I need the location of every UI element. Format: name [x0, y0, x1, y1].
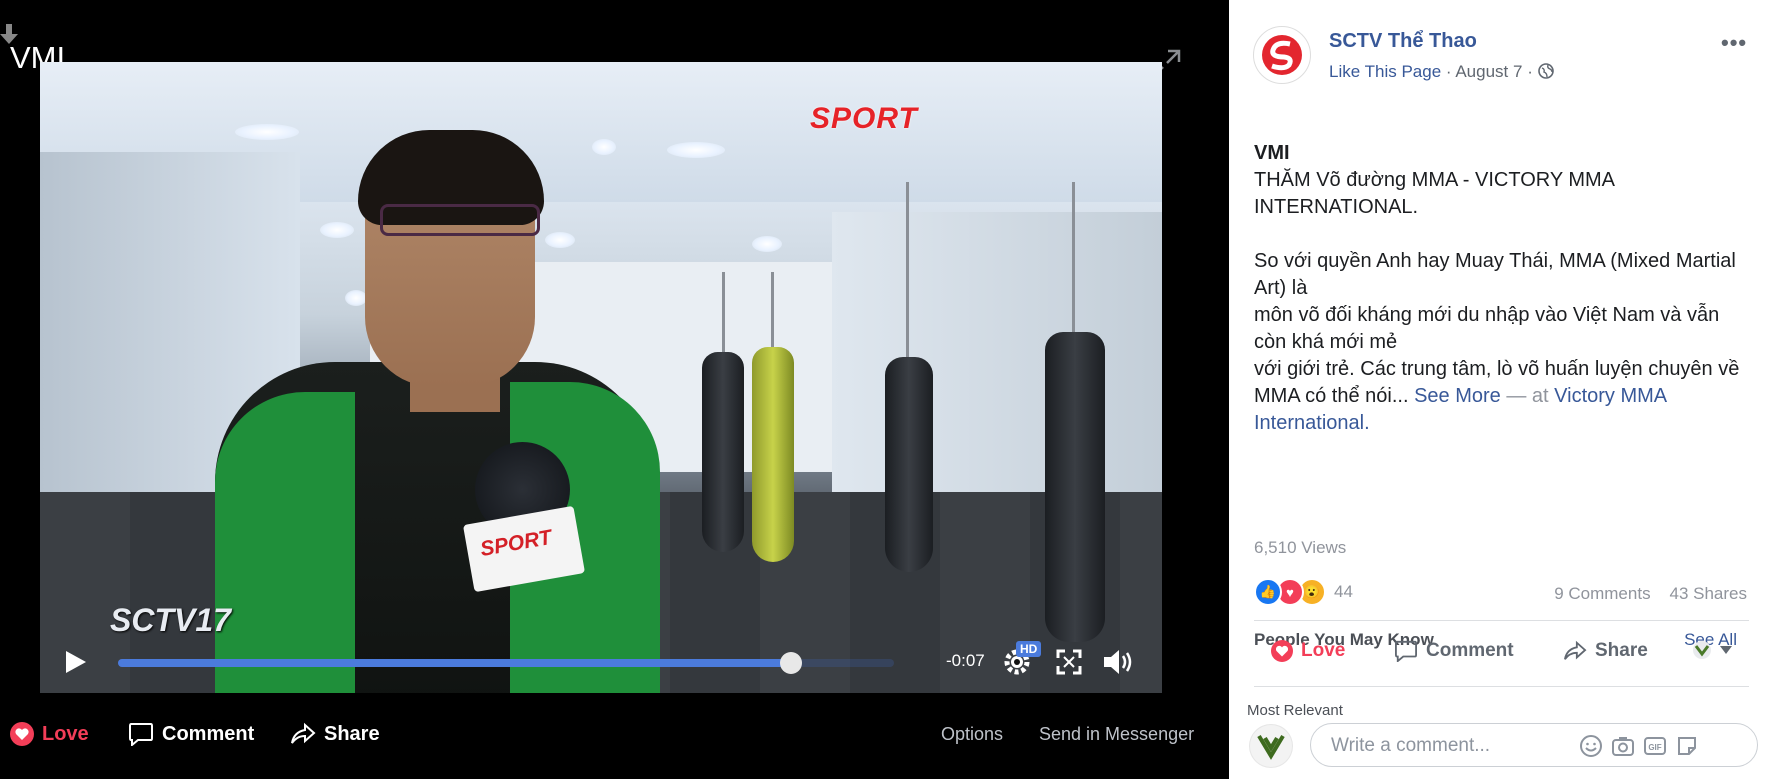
bag-chain: [771, 272, 774, 352]
volume-icon[interactable]: [1102, 647, 1134, 677]
most-relevant-label[interactable]: Most Relevant: [1247, 702, 1343, 719]
svg-text:GIF: GIF: [1648, 743, 1661, 752]
punching-bag: [702, 352, 744, 552]
punching-bag: [885, 357, 933, 572]
separator: ·: [1445, 62, 1456, 81]
love-label: Love: [42, 722, 89, 745]
post-paragraph-last: với giới trẻ. Các trung tâm, lò võ huấn …: [1254, 356, 1749, 437]
post-panel: SCTV Thể Thao Like This Page · August 7 …: [1229, 0, 1769, 779]
post-title: VMI: [1254, 142, 1290, 164]
post-as-selector[interactable]: [1692, 640, 1732, 660]
ceiling-lamp: [235, 124, 299, 140]
ceiling-lamp: [592, 139, 616, 155]
current-user-avatar: [1249, 724, 1293, 768]
sticker-icon[interactable]: [1675, 734, 1699, 758]
bag-chain: [906, 182, 909, 362]
video-viewer: VMI SPORT SPORT SCTV17 -0:07 HD Love Com…: [0, 0, 1229, 779]
shares-count[interactable]: 43 Shares: [1670, 584, 1748, 603]
post-comment-button[interactable]: Comment: [1394, 640, 1514, 662]
love-icon: [10, 722, 34, 746]
user-avatar-icon: [1693, 641, 1711, 659]
sctv-logo-icon: [1262, 35, 1302, 75]
engagement-counts: 9 Comments 43 Shares: [1554, 584, 1747, 604]
bag-chain: [1072, 182, 1075, 342]
ceiling-lamp: [345, 290, 367, 306]
comment-button[interactable]: Comment: [128, 722, 254, 746]
post-date[interactable]: August 7: [1455, 62, 1522, 81]
glasses: [380, 204, 540, 236]
post-text: VMI THĂM Võ đường MMA - VICTORY MMA INTE…: [1254, 140, 1749, 437]
love-label: Love: [1301, 640, 1346, 661]
video-controls: -0:07 HD: [40, 637, 1162, 693]
share-icon: [291, 722, 316, 744]
comment-composer[interactable]: GIF: [1310, 723, 1758, 767]
divider: [1254, 620, 1749, 621]
ceiling-lamp: [752, 236, 782, 252]
hd-badge: HD: [1016, 641, 1042, 657]
like-reaction-icon: 👍: [1254, 578, 1282, 606]
love-button[interactable]: Love: [10, 722, 89, 746]
reactions-summary[interactable]: 👍 ♥ 😮 44: [1254, 578, 1353, 606]
progress-fill: [118, 659, 792, 667]
video-frame[interactable]: SPORT SPORT SCTV17: [40, 62, 1162, 693]
at-text: — at: [1506, 385, 1549, 407]
see-more-link[interactable]: See More: [1414, 385, 1501, 407]
viewer-action-bar: Love Comment Share Options Send in Messe…: [0, 706, 1229, 762]
post-line: THĂM Võ đường MMA - VICTORY MMA INTERNAT…: [1254, 169, 1614, 218]
share-label: Share: [1595, 640, 1648, 661]
options-link[interactable]: Options: [941, 724, 1003, 745]
page-avatar[interactable]: [1253, 26, 1311, 84]
emoji-icon[interactable]: [1579, 734, 1603, 758]
post-share-button[interactable]: Share: [1563, 640, 1648, 662]
fullscreen-icon[interactable]: [1056, 649, 1082, 675]
user-avatar-icon: [1250, 725, 1292, 767]
bag-chain: [722, 272, 725, 362]
comment-icon: [1395, 640, 1417, 662]
chevron-down-icon: [1720, 646, 1732, 654]
gif-icon[interactable]: GIF: [1643, 734, 1667, 758]
share-button[interactable]: Share: [290, 722, 380, 746]
punching-bag: [1045, 332, 1105, 642]
send-in-messenger-link[interactable]: Send in Messenger: [1039, 724, 1194, 745]
globe-icon: [1537, 63, 1554, 79]
page-name[interactable]: SCTV Thể Thao: [1329, 30, 1477, 53]
comment-input[interactable]: [1329, 734, 1573, 758]
love-icon: [1271, 640, 1293, 662]
ceiling-lamp: [667, 142, 725, 158]
divider: [1254, 686, 1749, 687]
punching-bag: [752, 347, 794, 562]
play-icon[interactable]: [62, 649, 88, 675]
share-icon: [1564, 640, 1587, 660]
ceiling-lamp: [320, 222, 354, 238]
separator: ·: [1527, 62, 1538, 81]
broadcaster-logo: SCTV17: [110, 602, 231, 638]
reaction-count: 44: [1334, 582, 1353, 601]
comment-icon: [129, 723, 153, 746]
post-love-button[interactable]: Love: [1271, 640, 1345, 662]
post-paragraph: So với quyền Anh hay Muay Thái, MMA (Mix…: [1254, 250, 1736, 299]
more-options-button[interactable]: •••: [1721, 30, 1747, 56]
share-label: Share: [324, 722, 380, 745]
comments-count[interactable]: 9 Comments: [1554, 584, 1650, 603]
channel-logo: SPORT: [810, 102, 918, 135]
post-meta: Like This Page · August 7 ·: [1329, 62, 1554, 82]
time-remaining: -0:07: [946, 651, 985, 670]
comment-label: Comment: [162, 722, 255, 745]
view-count: 6,510 Views: [1254, 538, 1347, 557]
like-page-link[interactable]: Like This Page: [1329, 62, 1441, 81]
ceiling-lamp: [545, 232, 575, 248]
post-paragraph: môn võ đối kháng mới du nhập vào Việt Na…: [1254, 304, 1720, 353]
camera-icon[interactable]: [1611, 734, 1635, 758]
progress-handle[interactable]: [780, 652, 803, 674]
comment-label: Comment: [1426, 640, 1514, 661]
